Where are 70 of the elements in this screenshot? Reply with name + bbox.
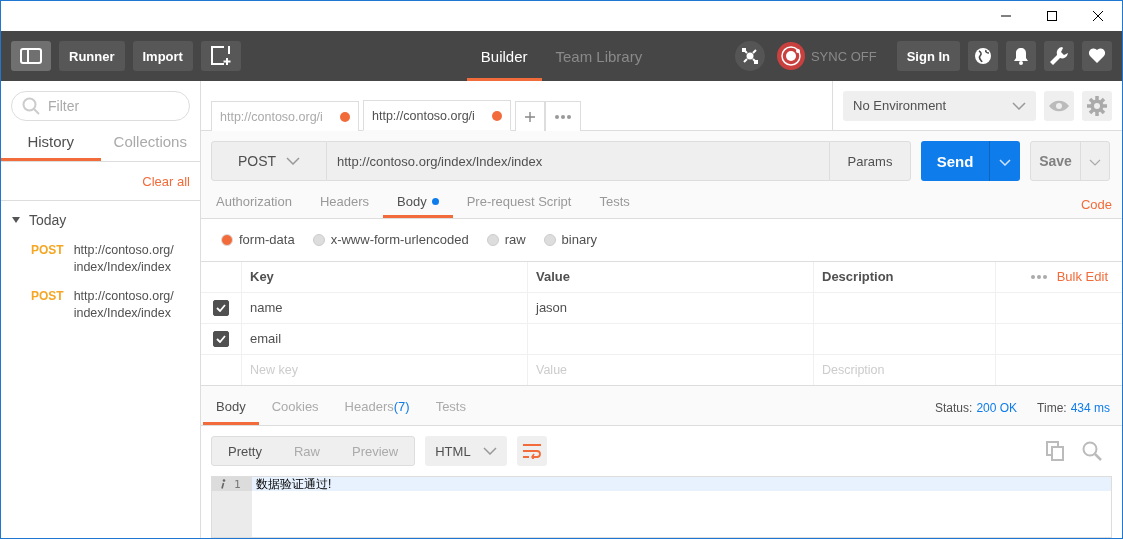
heart-icon: [1088, 48, 1106, 64]
history-item[interactable]: POST http://contoso.org/index/Index/index: [1, 236, 200, 282]
time-value: 434 ms: [1070, 400, 1110, 415]
body-mode-radio[interactable]: binary: [543, 232, 597, 248]
group-label: Today: [29, 212, 67, 228]
bell-icon: [1013, 47, 1029, 65]
settings-button[interactable]: [1044, 41, 1074, 71]
request-tab[interactable]: http://contoso.org/i: [363, 100, 511, 131]
wrench-icon: [1049, 46, 1069, 66]
view-mode-tab[interactable]: Pretty: [212, 437, 278, 465]
sidebar-toggle-button[interactable]: [11, 41, 51, 71]
status-label: Status:: [935, 400, 973, 415]
sidebar-tab[interactable]: History: [1, 125, 101, 161]
notifications-button[interactable]: [1006, 41, 1036, 71]
header-button[interactable]: Runner: [59, 41, 125, 71]
history-item[interactable]: POST http://contoso.org/index/Index/index: [1, 282, 200, 328]
maximize-icon[interactable]: [1046, 10, 1058, 22]
environment-dropdown[interactable]: No Environment: [843, 90, 1036, 121]
info-icon: [220, 479, 226, 489]
sign-in-button[interactable]: Sign In: [896, 41, 960, 71]
method-dropdown[interactable]: POST: [211, 141, 327, 181]
send-button[interactable]: Send: [921, 141, 989, 181]
column-header: Key: [242, 261, 528, 292]
new-window-icon: [209, 46, 232, 66]
row-checkbox[interactable]: [213, 299, 229, 316]
gear-icon: [1087, 95, 1107, 116]
format-dropdown[interactable]: HTML: [425, 436, 507, 466]
value-cell[interactable]: jason: [536, 300, 568, 316]
eye-icon: [1048, 99, 1070, 112]
interceptor-icon[interactable]: [734, 41, 765, 71]
key-cell[interactable]: name: [250, 300, 283, 316]
url-field[interactable]: http://contoso.org/index/Index/index: [327, 141, 829, 181]
sync-status: SYNC OFF: [810, 48, 877, 64]
column-header: Description: [814, 261, 996, 292]
params-button[interactable]: Params: [829, 141, 911, 181]
sidebar-icon: [20, 48, 42, 64]
filter-field[interactable]: Filter: [11, 91, 190, 121]
body-mode-radio[interactable]: x-www-form-urlencoded: [312, 232, 469, 248]
plus-icon: [525, 111, 535, 122]
status-value: 200 OK: [976, 400, 1018, 415]
globe-button[interactable]: [968, 41, 998, 71]
check-icon: [216, 334, 226, 343]
more-icon: [555, 114, 571, 119]
check-icon: [216, 303, 226, 312]
key-cell[interactable]: email: [250, 331, 282, 347]
heart-button[interactable]: [1082, 41, 1112, 71]
time-label: Time:: [1037, 400, 1067, 415]
chevron-down-icon: [482, 447, 497, 455]
history-group[interactable]: Today: [1, 201, 200, 236]
chevron-down-icon: [1012, 101, 1026, 110]
line-number: 1: [234, 477, 241, 491]
code-line: 数据验证通过!: [256, 477, 332, 491]
globe-icon: [974, 47, 992, 65]
search-icon: [22, 97, 40, 115]
column-header: Value: [528, 261, 814, 292]
send-options-button[interactable]: [989, 141, 1020, 181]
wrap-lines-button[interactable]: [516, 436, 547, 466]
response-tab[interactable]: Headers(7): [331, 390, 423, 425]
close-icon[interactable]: [1092, 10, 1104, 22]
body-mode-radio[interactable]: form-data: [221, 232, 295, 248]
chevron-down-icon: [286, 157, 301, 165]
chevron-down-icon: [1089, 158, 1101, 166]
sync-icon[interactable]: [776, 42, 805, 70]
header-tab[interactable]: Builder: [466, 31, 542, 81]
body-mode-radio[interactable]: raw: [486, 232, 526, 248]
header-button[interactable]: Import: [132, 41, 193, 71]
new-tab-button[interactable]: [200, 41, 241, 71]
wrap-icon: [521, 443, 542, 459]
chevron-down-icon: [999, 158, 1011, 166]
row-checkbox[interactable]: [213, 330, 229, 347]
